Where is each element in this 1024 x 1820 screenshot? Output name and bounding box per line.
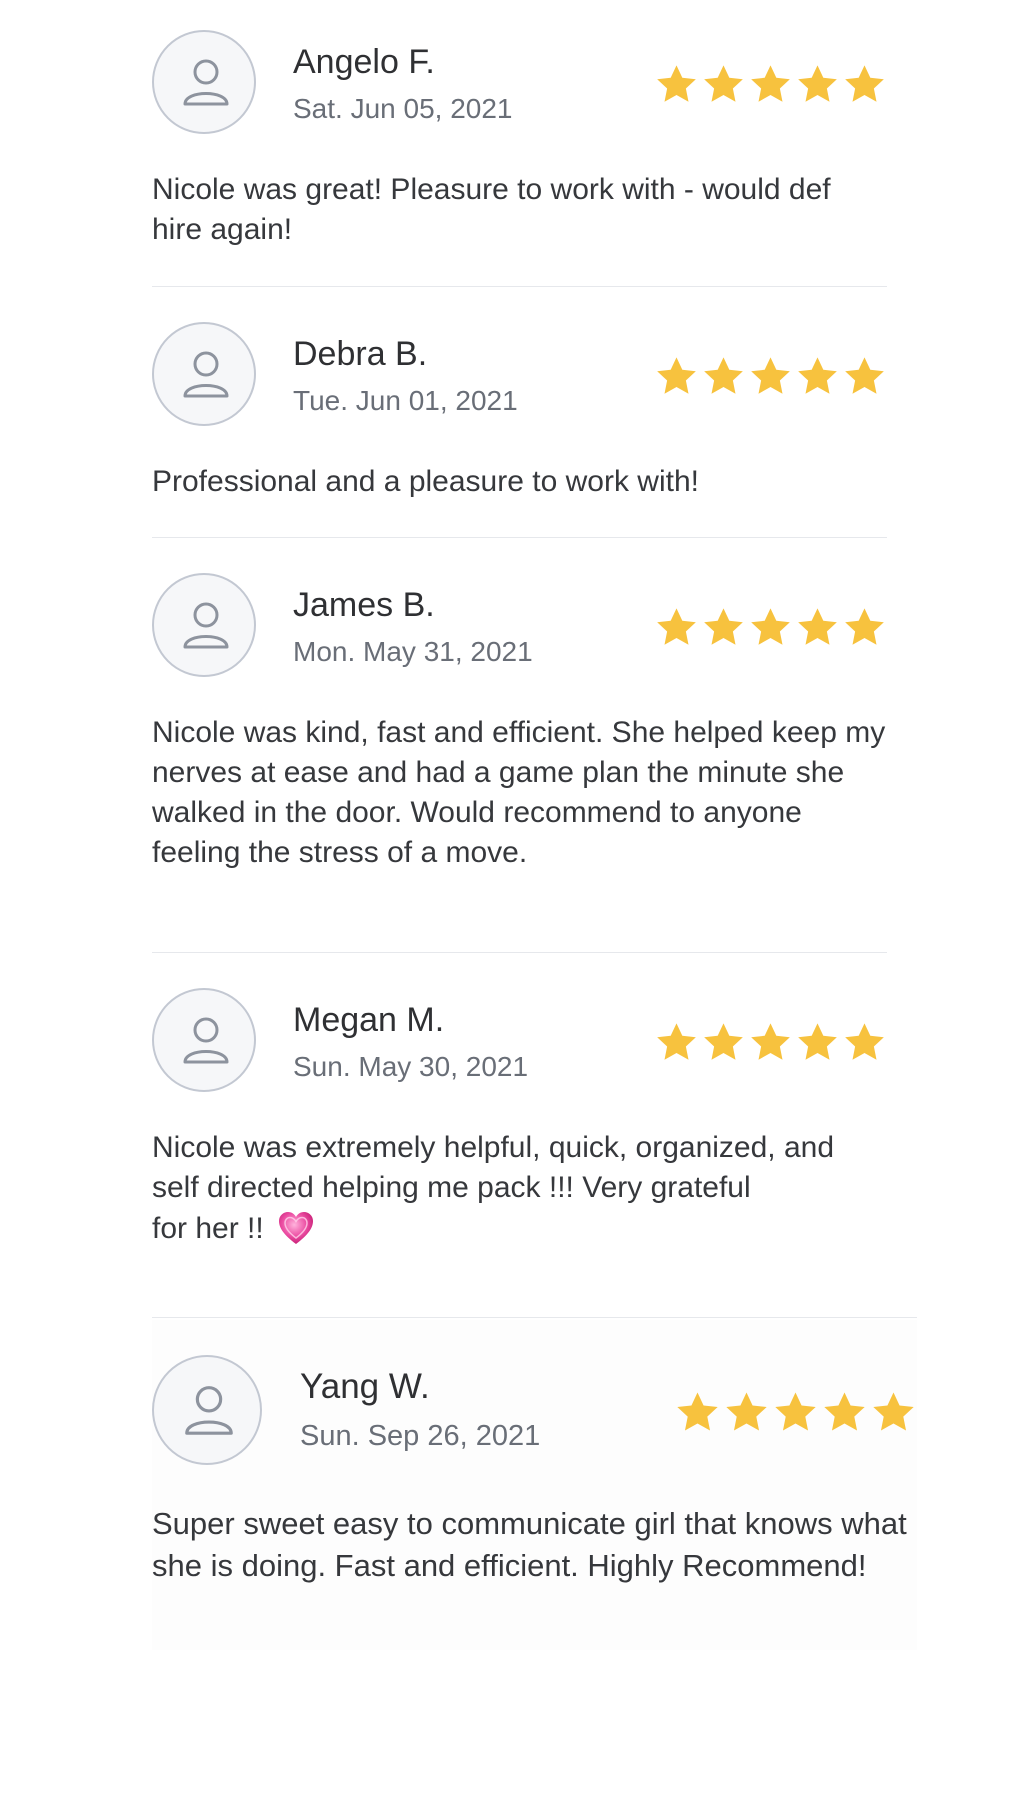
divider (152, 286, 887, 287)
star-icon (704, 65, 743, 102)
sparkling-heart-icon (279, 1212, 314, 1244)
star-icon (775, 1392, 816, 1431)
star-icon (726, 1392, 767, 1431)
review-date: Sat. Jun 05, 2021 (293, 93, 513, 124)
reviewer-name: James B. (293, 586, 435, 624)
divider (152, 1317, 917, 1318)
review-text: Nicole was great! Pleasure to work with … (152, 173, 831, 246)
star-icon (677, 1392, 718, 1431)
reviewer-name: Megan M. (293, 1001, 445, 1039)
user-avatar-icon (152, 30, 256, 134)
star-icon (798, 608, 837, 645)
reviewer-name: Debra B. (293, 335, 428, 373)
star-icon (798, 357, 837, 394)
star-icon (704, 1023, 743, 1060)
divider (152, 952, 887, 953)
reviewer-name: Yang W. (300, 1367, 430, 1406)
review-text: Nicole was kind, fast and efficient. She… (152, 716, 886, 869)
user-avatar-icon (152, 573, 256, 677)
star-icon (798, 1023, 837, 1060)
review-text: Professional and a pleasure to work with… (152, 465, 699, 498)
star-icon (751, 65, 790, 102)
review-card: Yang W. Sun. Sep 26, 2021 Super sweet ea… (152, 1355, 917, 1655)
user-avatar-icon (152, 322, 256, 426)
star-rating (654, 1020, 887, 1066)
star-icon (751, 357, 790, 394)
star-icon (845, 65, 884, 102)
review-card: James B. Mon. May 31, 2021 Nicole was ki… (152, 573, 887, 933)
star-icon (657, 65, 696, 102)
review-date: Sun. May 30, 2021 (293, 1051, 529, 1082)
review-date: Tue. Jun 01, 2021 (293, 385, 518, 416)
review-text: Nicole was extremely helpful, quick, org… (152, 1128, 887, 1249)
star-icon (657, 608, 696, 645)
star-icon (704, 608, 743, 645)
user-avatar-icon (152, 1355, 262, 1465)
star-icon (824, 1392, 865, 1431)
star-icon (845, 1023, 884, 1060)
star-rating (654, 354, 887, 400)
star-icon (751, 1023, 790, 1060)
star-icon (704, 357, 743, 394)
review-card: Debra B. Tue. Jun 01, 2021 Professional … (152, 322, 887, 502)
star-icon (845, 357, 884, 394)
review-card: Angelo F. Sat. Jun 05, 2021 Nicole was g… (152, 30, 887, 250)
star-icon (657, 357, 696, 394)
review-date: Mon. May 31, 2021 (293, 636, 533, 667)
star-icon (751, 608, 790, 645)
star-rating (654, 605, 887, 651)
review-text-line: for her !! (152, 1212, 264, 1245)
star-icon (845, 608, 884, 645)
reviewer-name: Angelo F. (293, 43, 435, 81)
review-date: Sun. Sep 26, 2021 (300, 1420, 541, 1452)
user-avatar-icon (152, 988, 256, 1092)
review-text-line: Nicole was extremely helpful, quick, org… (152, 1131, 835, 1204)
star-rating (674, 1389, 917, 1435)
star-rating (654, 62, 887, 108)
star-icon (657, 1023, 696, 1060)
star-icon (798, 65, 837, 102)
review-card: Megan M. Sun. May 30, 2021 Nicole was ex… (152, 988, 887, 1258)
review-text: Super sweet easy to communicate girl tha… (152, 1506, 907, 1583)
divider (152, 537, 887, 538)
star-icon (873, 1392, 914, 1431)
